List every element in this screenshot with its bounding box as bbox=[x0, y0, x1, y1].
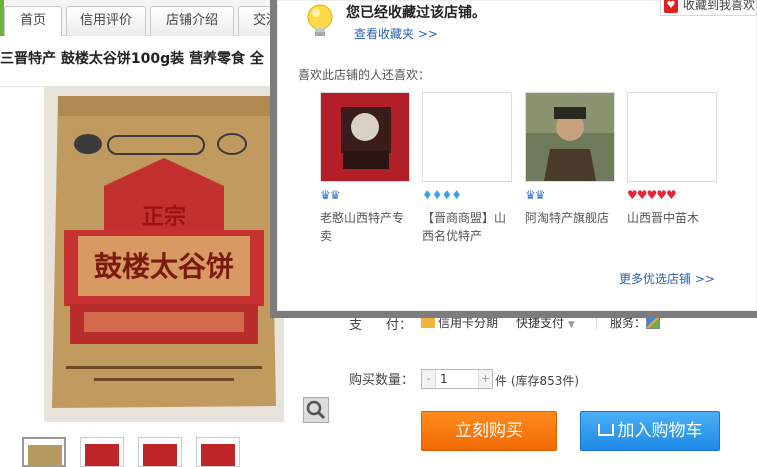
shop-2-image[interactable] bbox=[422, 92, 512, 182]
more-shops-link[interactable]: 更多优选店铺 >> bbox=[619, 270, 715, 287]
svg-text:正宗: 正宗 bbox=[142, 204, 186, 230]
popup-message: 您已经收藏过该店铺。 bbox=[346, 5, 486, 21]
shop-3-name[interactable]: 阿淘特产旗舰店 bbox=[525, 209, 617, 227]
thumbnail-1[interactable] bbox=[22, 437, 66, 467]
also-like-heading: 喜欢此店铺的人还喜欢： bbox=[298, 68, 431, 82]
svg-text:鼓楼太谷饼: 鼓楼太谷饼 bbox=[94, 250, 234, 283]
stock-info: 件 (库存853件) bbox=[495, 374, 580, 388]
shop-1-name[interactable]: 老憨山西特产专卖 bbox=[320, 209, 412, 245]
diamond-rating-icon: ♦♦♦♦ bbox=[422, 188, 462, 202]
tab-home[interactable]: 首页 bbox=[4, 6, 62, 36]
thumbnail-3[interactable] bbox=[138, 437, 182, 467]
quantity-stepper: - 1 + bbox=[421, 369, 493, 389]
tab-credit-rating[interactable]: 信用评价 bbox=[66, 6, 146, 36]
heart-rating-icon: ♥♥♥♥♥ bbox=[627, 188, 677, 202]
product-photo[interactable]: 正宗 鼓楼太谷饼 bbox=[44, 86, 284, 422]
recommended-shop-3[interactable]: ♛♛ 阿淘特产旗舰店 bbox=[525, 92, 617, 227]
magnifier-icon[interactable] bbox=[303, 397, 329, 423]
product-title: 三晋特产 鼓楼太谷饼100g装 营养零食 全 bbox=[0, 51, 264, 67]
thumbnail-2[interactable] bbox=[80, 437, 124, 467]
quick-pay-label: 快捷支付 bbox=[516, 316, 565, 330]
chevron-down-icon: ▼ bbox=[567, 320, 575, 330]
quantity-increase-button[interactable]: + bbox=[478, 370, 492, 388]
quantity-decrease-button[interactable]: - bbox=[422, 370, 436, 388]
quantity-label: 购买数量： bbox=[349, 373, 415, 388]
shop-4-name[interactable]: 山西晋中苗木 bbox=[627, 209, 719, 227]
add-to-favorites-label: 收藏到我喜欢 bbox=[683, 0, 756, 12]
thumbnail-strip bbox=[22, 437, 322, 467]
tab-shop-intro[interactable]: 店铺介绍 bbox=[150, 6, 234, 36]
recommended-shop-1[interactable]: ♛♛ 老憨山西特产专卖 bbox=[320, 92, 412, 245]
add-to-cart-button[interactable]: 加入购物车 bbox=[580, 411, 720, 451]
shop-3-image[interactable] bbox=[525, 92, 615, 182]
shop-1-image[interactable] bbox=[320, 92, 410, 182]
recommended-shop-4[interactable]: ♥♥♥♥♥ 山西晋中苗木 bbox=[627, 92, 719, 227]
heart-icon: ♥ bbox=[664, 0, 678, 13]
view-favorites-link[interactable]: 查看收藏夹 >> bbox=[354, 25, 438, 42]
recommended-shop-2[interactable]: ♦♦♦♦ 【晋商商盟】山西名优特产 bbox=[422, 92, 514, 245]
product-page: 首页 信用评价 店铺介绍 交流 三晋特产 鼓楼太谷饼100g装 营养零食 全 正… bbox=[0, 0, 757, 467]
buy-now-button[interactable]: 立刻购买 bbox=[421, 411, 557, 451]
divider bbox=[596, 316, 597, 330]
credit-installment-label: 信用卡分期 bbox=[438, 316, 499, 330]
crown-rating-icon: ♛♛ bbox=[320, 188, 341, 202]
quantity-input[interactable]: 1 bbox=[440, 370, 474, 388]
shop-4-image[interactable] bbox=[627, 92, 717, 182]
thumbnail-4[interactable] bbox=[196, 437, 240, 467]
lightbulb-icon bbox=[307, 4, 333, 36]
crown-rating-icon: ♛♛ bbox=[525, 188, 546, 202]
add-to-cart-label: 加入购物车 bbox=[617, 421, 703, 441]
add-to-favorites-button[interactable]: ♥ 收藏到我喜欢 bbox=[660, 0, 757, 16]
shop-2-name[interactable]: 【晋商商盟】山西名优特产 bbox=[422, 209, 514, 245]
cart-icon bbox=[597, 424, 614, 436]
